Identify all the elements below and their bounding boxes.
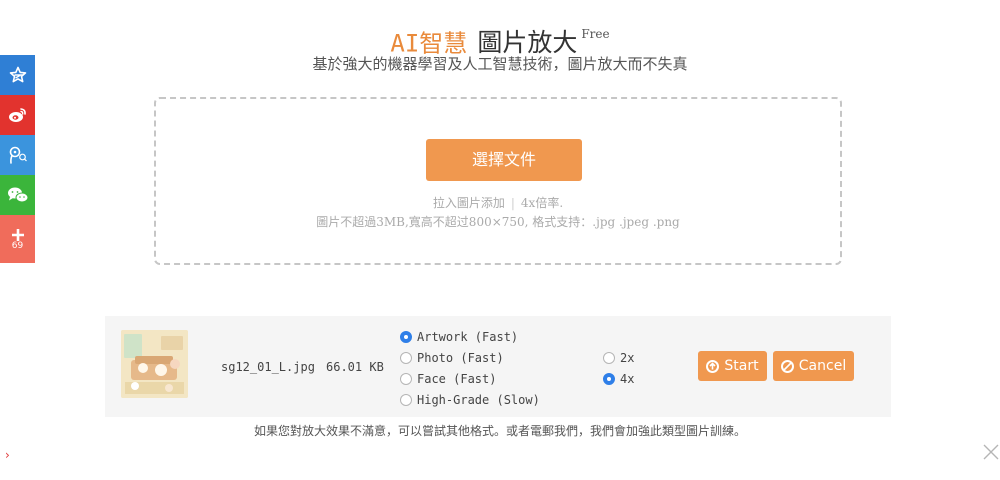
select-file-button[interactable]: 選擇文件 (426, 139, 582, 181)
page-subtitle: 基於強大的機器學習及人工智慧技術，圖片放大而不失真 (312, 55, 688, 73)
drop-hint-scale: 4x倍率. (520, 196, 564, 210)
qzone-star-icon (9, 66, 26, 83)
radio-button-checked[interactable] (400, 330, 412, 343)
tencent-weibo-icon (9, 146, 27, 164)
image-thumbnail (121, 330, 188, 398)
weibo-icon (8, 108, 26, 122)
weibo-share-button[interactable] (0, 95, 35, 135)
upload-drop-zone[interactable]: 選擇文件 拉入圖片添加 | 4x倍率. 圖片不超過3MB,寬高不超过800×750,… (154, 97, 842, 265)
sidebar-toggle-arrow-icon[interactable]: › (5, 448, 10, 462)
radio-button[interactable] (603, 351, 615, 364)
radio-button-checked[interactable] (603, 372, 615, 385)
wechat-icon (7, 187, 28, 203)
scale-option-label: 2x (620, 350, 635, 365)
feedback-note: 如果您對放大效果不滿意，可以嘗試其他格式。或者電郵我們，我們會加強此類型圖片訓練… (253, 424, 746, 438)
cancel-label: Cancel (798, 358, 847, 374)
radio-button[interactable] (400, 351, 412, 364)
mode-option-label: High-Grade (Slow) (417, 392, 540, 407)
file-row: sg12_01_L.jpg 66.01 KB Artwork (Fast) Ph… (105, 316, 891, 417)
mode-option-photo[interactable]: Photo (Fast) (400, 347, 540, 368)
mode-option-label: Face (Fast) (417, 371, 497, 386)
scale-option-label: 4x (620, 371, 635, 386)
drop-hint: 拉入圖片添加 | 4x倍率. (156, 194, 840, 211)
mode-option-high-grade[interactable]: High-Grade (Slow) (400, 389, 540, 410)
tencent-weibo-share-button[interactable] (0, 135, 35, 175)
file-name: sg12_01_L.jpg (221, 360, 315, 374)
hint-separator: | (510, 196, 515, 210)
radio-button[interactable] (400, 372, 412, 385)
mode-option-artwork[interactable]: Artwork (Fast) (400, 326, 540, 347)
ban-icon (780, 359, 794, 373)
radio-button[interactable] (400, 393, 412, 406)
cancel-button[interactable]: Cancel (773, 351, 854, 381)
start-button[interactable]: Start (698, 351, 767, 381)
share-count: 69 (11, 240, 24, 251)
file-size: 66.01 KB (326, 360, 384, 374)
share-sidebar: 69 (0, 55, 35, 263)
close-icon[interactable] (982, 443, 1000, 461)
share-more-button[interactable]: 69 (0, 215, 35, 263)
drop-hint-drag: 拉入圖片添加 (432, 196, 505, 210)
mode-radio-group: Artwork (Fast) Photo (Fast) Face (Fast) … (400, 326, 540, 410)
scale-option-2x[interactable]: 2x (603, 347, 634, 368)
mode-option-label: Artwork (Fast) (417, 329, 519, 344)
wechat-share-button[interactable] (0, 175, 35, 215)
plus-icon (11, 228, 24, 241)
upload-limits: 圖片不超過3MB,寬高不超过800×750, 格式支持：.jpg .jpeg .… (316, 215, 680, 229)
start-label: Start (724, 358, 759, 374)
upload-circle-icon (706, 359, 720, 373)
qzone-share-button[interactable] (0, 55, 35, 95)
scale-option-4x[interactable]: 4x (603, 368, 634, 389)
free-badge: Free (581, 27, 610, 41)
mode-option-label: Photo (Fast) (417, 350, 504, 365)
scale-radio-group: 2x 4x (603, 347, 634, 389)
mode-option-face[interactable]: Face (Fast) (400, 368, 540, 389)
